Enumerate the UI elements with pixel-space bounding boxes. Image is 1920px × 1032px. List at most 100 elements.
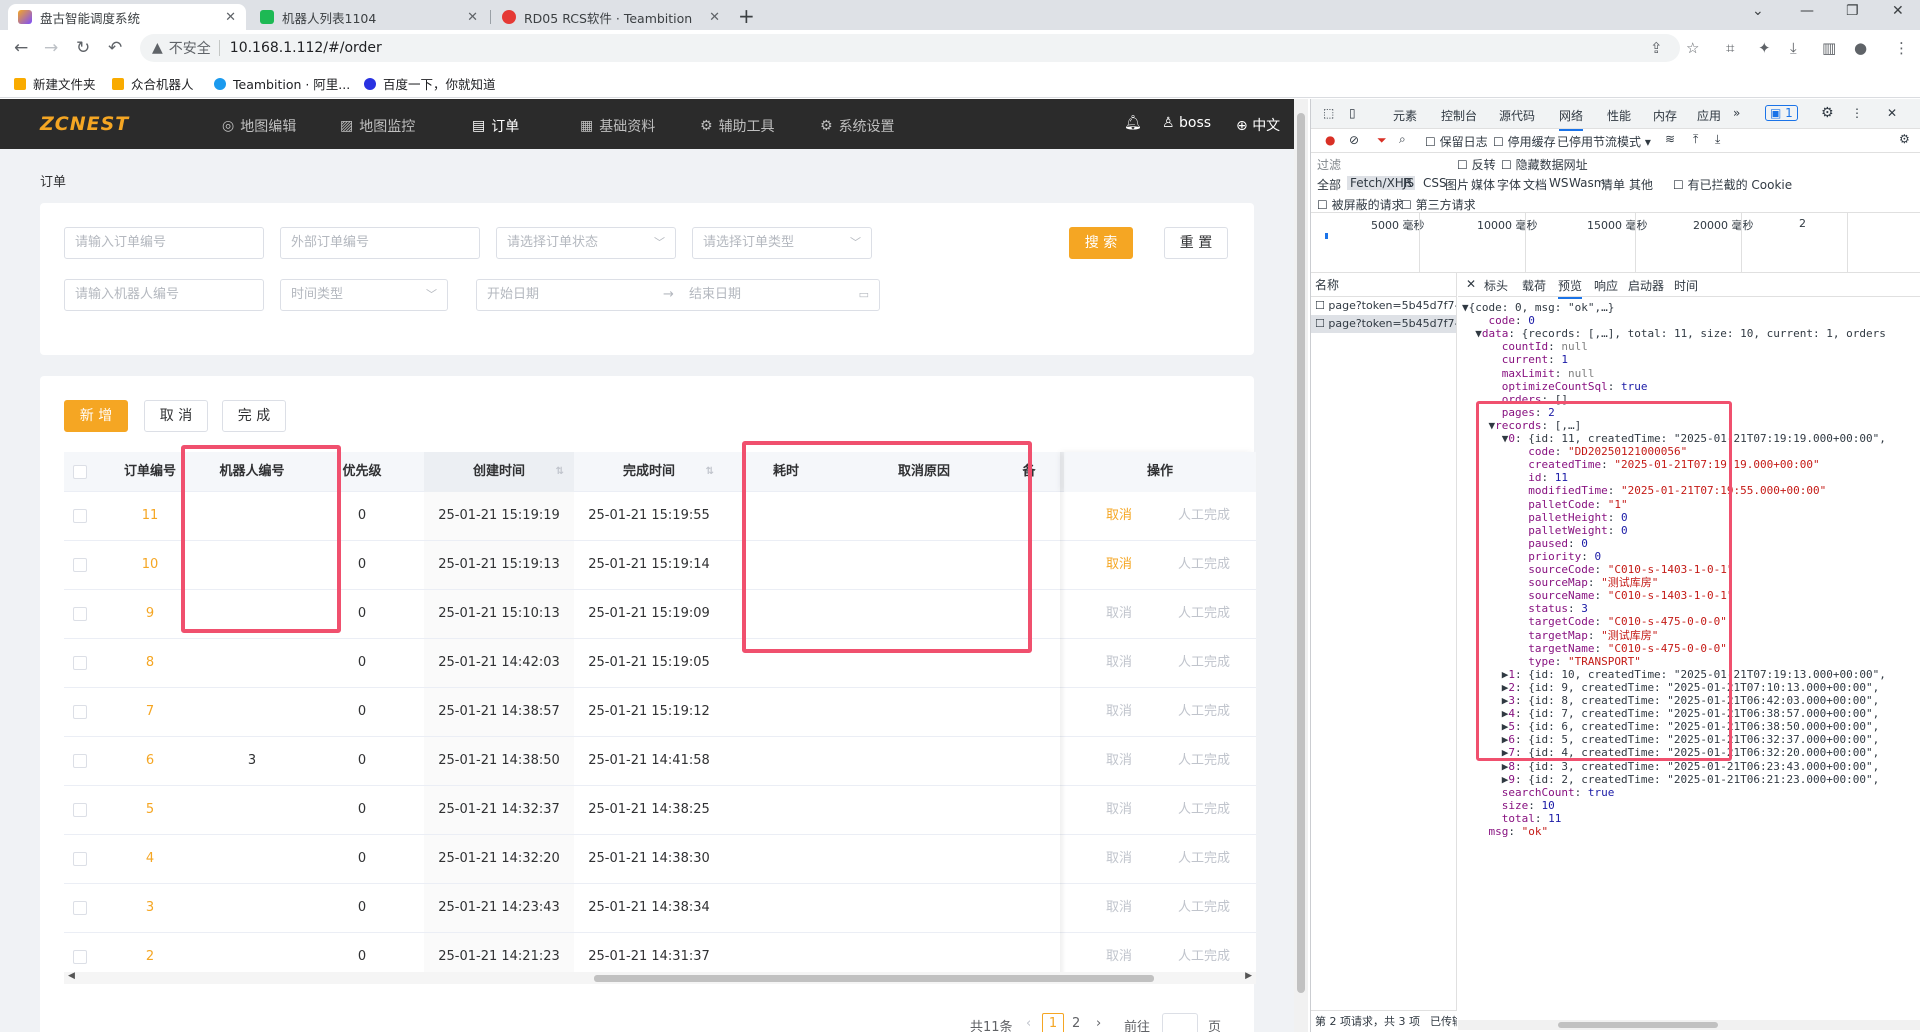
restore-icon[interactable]: ❐ bbox=[1846, 3, 1859, 19]
detail-hscrollbar[interactable] bbox=[1458, 1020, 1920, 1030]
type-filter-chip[interactable]: 图片 bbox=[1445, 176, 1469, 193]
detail-tab[interactable]: 标头 bbox=[1484, 277, 1508, 294]
json-line[interactable]: ▶8: {id: 3, createdTime: "2025-01-21T06:… bbox=[1462, 760, 1880, 773]
nav-map-edit[interactable]: ◎ 地图编辑 bbox=[222, 116, 296, 136]
table-row[interactable]: 6 3 0 25-01-21 14:38:50 25-01-21 14:41:58 取消人… bbox=[64, 737, 1256, 786]
table-row[interactable]: 8 0 25-01-21 14:42:03 25-01-21 15:19:05 取消 人工… bbox=[64, 639, 1256, 688]
inspect-icon[interactable]: ⬚ bbox=[1323, 106, 1334, 120]
filter-icon[interactable]: ⏷ bbox=[1377, 133, 1387, 148]
devtools-close-icon[interactable]: ✕ bbox=[1887, 106, 1897, 120]
browser-tab-3[interactable]: RD05 RCS软件 · Teambition ✕ bbox=[492, 4, 730, 30]
minimize-icon[interactable]: — bbox=[1800, 3, 1814, 19]
row-checkbox[interactable] bbox=[73, 901, 87, 915]
devtools-settings-icon[interactable]: ⚙ bbox=[1821, 105, 1834, 121]
table-row[interactable]: 5 0 25-01-21 14:32:37 25-01-21 14:38:25 取消 人工… bbox=[64, 786, 1256, 835]
blocked-requests-checkbox[interactable]: ☐ 被屏蔽的请求 bbox=[1317, 196, 1404, 213]
device-toggle-icon[interactable]: ▯ bbox=[1349, 106, 1356, 120]
scrollbar-thumb[interactable] bbox=[1558, 1022, 1718, 1028]
order-id-link[interactable]: 11 bbox=[108, 492, 192, 540]
col-created[interactable]: 创建时间 ⇅ bbox=[424, 452, 574, 492]
row-checkbox[interactable] bbox=[73, 656, 87, 670]
op-cancel-link[interactable]: 取消 bbox=[1074, 590, 1164, 638]
type-filter-chip[interactable]: 媒体 bbox=[1471, 176, 1495, 193]
bookmark-item[interactable]: 众合机器人 bbox=[112, 74, 194, 93]
type-filter-chip[interactable]: 清单 bbox=[1601, 176, 1625, 193]
order-id-link[interactable]: 3 bbox=[108, 884, 192, 932]
op-manual-complete-link[interactable]: 人工完成 bbox=[1164, 590, 1244, 638]
url-omnibox[interactable]: ▲ 不安全 10.168.1.112/#/order bbox=[140, 34, 1680, 62]
table-row[interactable]: 3 0 25-01-21 14:23:43 25-01-21 14:38:34 取消 人工… bbox=[64, 884, 1256, 933]
new-tab-button[interactable]: + bbox=[738, 4, 755, 28]
more-menu-icon[interactable]: ⋮ bbox=[1894, 39, 1909, 57]
order-id-link[interactable]: 5 bbox=[108, 786, 192, 834]
scroll-right-icon[interactable]: ▶ bbox=[1245, 971, 1252, 981]
json-line[interactable]: ▼data: {records: [,…], total: 11, size: … bbox=[1462, 327, 1886, 340]
row-checkbox[interactable] bbox=[73, 558, 87, 572]
time-type-select[interactable]: 时间类型 ﹀ bbox=[280, 279, 448, 311]
complete-order-button[interactable]: 完 成 bbox=[222, 400, 286, 432]
add-order-button[interactable]: 新 增 bbox=[64, 400, 128, 432]
blocked-cookies-checkbox[interactable]: ☐ 有已拦截的 Cookie bbox=[1673, 176, 1792, 193]
undo-icon[interactable]: ↶ bbox=[108, 38, 122, 58]
row-checkbox[interactable] bbox=[73, 803, 87, 817]
detail-tab[interactable]: 响应 bbox=[1594, 277, 1618, 294]
search-icon[interactable]: ⌕ bbox=[1399, 132, 1406, 147]
json-line[interactable]: ▶9: {id: 2, createdTime: "2025-01-21T06:… bbox=[1462, 773, 1880, 786]
op-cancel-link[interactable]: 取消 bbox=[1074, 737, 1164, 785]
sort-icon[interactable]: ⇅ bbox=[706, 452, 714, 492]
col-finished[interactable]: 完成时间 ⇅ bbox=[574, 452, 724, 492]
devtools-menu-icon[interactable]: ⋮ bbox=[1851, 106, 1863, 120]
prev-page-icon[interactable]: ‹ bbox=[1026, 1016, 1031, 1031]
table-row[interactable]: 4 0 25-01-21 14:32:20 25-01-21 14:38:30 取消 人工… bbox=[64, 835, 1256, 884]
user-menu[interactable]: ♙ boss bbox=[1162, 115, 1211, 131]
devtools-tab[interactable]: 性能 bbox=[1607, 107, 1631, 124]
clear-icon[interactable]: ⊘ bbox=[1349, 133, 1359, 147]
order-id-link[interactable]: 7 bbox=[108, 688, 192, 736]
nav-order[interactable]: ▤ 订单 bbox=[472, 116, 519, 136]
detail-close-icon[interactable]: ✕ bbox=[1466, 277, 1476, 291]
row-checkbox[interactable] bbox=[73, 950, 87, 964]
network-settings-icon[interactable]: ⚙ bbox=[1899, 132, 1910, 146]
type-filter-chip[interactable]: 字体 bbox=[1497, 176, 1521, 193]
op-cancel-link[interactable]: 取消 bbox=[1074, 884, 1164, 932]
order-id-link[interactable]: 10 bbox=[108, 541, 192, 589]
type-filter-chip[interactable]: 文档 bbox=[1523, 176, 1547, 193]
detail-tab[interactable]: 载荷 bbox=[1522, 277, 1546, 294]
scrollbar-thumb[interactable] bbox=[1297, 113, 1305, 993]
browser-tab-2[interactable]: 机器人列表1104 ✕ bbox=[250, 4, 488, 30]
app-vertical-scrollbar[interactable] bbox=[1294, 99, 1308, 1032]
nav-settings[interactable]: ⚙ 系统设置 bbox=[820, 116, 895, 136]
invert-checkbox[interactable]: ☐ 反转 bbox=[1457, 156, 1496, 173]
type-filter-chip[interactable]: JS bbox=[1403, 176, 1414, 190]
page-2-button[interactable]: 2 bbox=[1072, 1016, 1080, 1031]
type-filter-chip[interactable]: WS bbox=[1549, 176, 1568, 190]
preserve-log-checkbox[interactable]: ☐ 保留日志 bbox=[1425, 133, 1488, 150]
devtools-tab[interactable]: 应用 bbox=[1697, 107, 1721, 124]
bookmark-item[interactable]: Teambition · 阿里... bbox=[214, 74, 350, 93]
scroll-left-icon[interactable]: ◀ bbox=[68, 971, 75, 981]
sort-icon[interactable]: ⇅ bbox=[556, 452, 564, 492]
download-icon[interactable]: ⤓ bbox=[1790, 39, 1797, 57]
cancel-order-button[interactable]: 取 消 bbox=[144, 400, 208, 432]
type-filter-chip[interactable]: 其他 bbox=[1629, 176, 1653, 193]
record-icon[interactable]: ● bbox=[1325, 133, 1335, 147]
op-manual-complete-link[interactable]: 人工完成 bbox=[1164, 884, 1244, 932]
table-row[interactable]: 7 0 25-01-21 14:38:57 25-01-21 15:19:12 取消 人工… bbox=[64, 688, 1256, 737]
tab-search-icon[interactable]: ⌄ bbox=[1752, 3, 1764, 19]
robot-no-input[interactable]: 请输入机器人编号 bbox=[64, 279, 264, 311]
forward-icon[interactable]: → bbox=[44, 38, 58, 58]
row-checkbox[interactable] bbox=[73, 705, 87, 719]
search-button[interactable]: 搜 索 bbox=[1069, 227, 1133, 259]
devtools-tab[interactable]: 源代码 bbox=[1499, 107, 1535, 124]
scrollbar-thumb[interactable] bbox=[594, 975, 1154, 982]
reload-icon[interactable]: ↻ bbox=[76, 38, 90, 58]
order-id-link[interactable]: 4 bbox=[108, 835, 192, 883]
type-filter-chip[interactable]: 全部 bbox=[1317, 176, 1341, 193]
nav-basic-data[interactable]: ▦ 基础资料 bbox=[580, 116, 655, 136]
throttle-select[interactable]: 已停用节流模式 ▾ bbox=[1557, 133, 1651, 150]
detail-tab[interactable]: 启动器 bbox=[1628, 277, 1664, 294]
sidebar-icon[interactable]: ▥ bbox=[1822, 39, 1836, 57]
request-row[interactable]: ☐ page?token=5b45d7f7-af... bbox=[1311, 297, 1456, 315]
close-icon[interactable]: ✕ bbox=[709, 10, 720, 25]
devtools-tab[interactable]: 控制台 bbox=[1441, 107, 1477, 124]
